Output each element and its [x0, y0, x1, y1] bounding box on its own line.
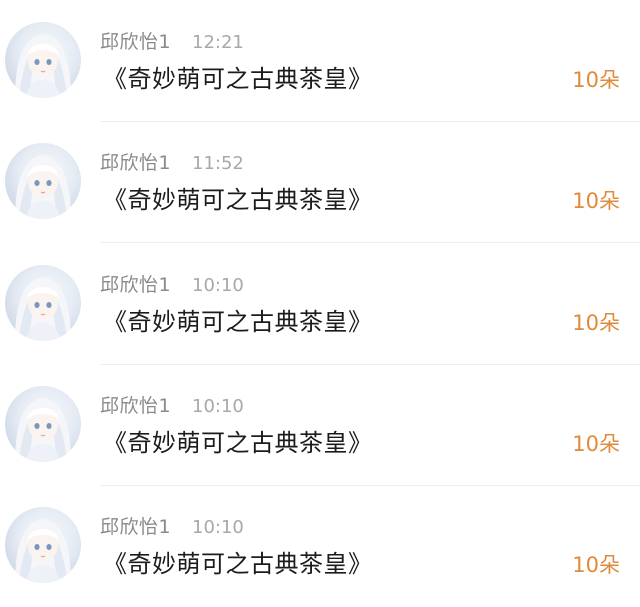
sender-name: 邱欣怡1 — [100, 395, 172, 417]
sender-name: 邱欣怡1 — [100, 516, 172, 538]
list-item[interactable]: 邱欣怡1 10:10 《奇妙萌可之古典茶皇》 10朵 — [0, 485, 640, 607]
timestamp: 10:10 — [192, 396, 244, 417]
gift-amount: 10朵 — [572, 68, 620, 92]
gift-title: 《奇妙萌可之古典茶皇》 — [103, 429, 373, 457]
sender-name: 邱欣怡1 — [100, 31, 172, 53]
gift-title: 《奇妙萌可之古典茶皇》 — [103, 308, 373, 336]
timestamp: 11:52 — [192, 153, 244, 174]
gift-title: 《奇妙萌可之古典茶皇》 — [103, 186, 373, 214]
list-item[interactable]: 邱欣怡1 12:21 《奇妙萌可之古典茶皇》 10朵 — [0, 0, 640, 122]
gift-amount: 10朵 — [572, 553, 620, 577]
timestamp: 10:10 — [192, 275, 244, 296]
anime-girl-avatar-icon[interactable] — [5, 507, 81, 583]
sender-name: 邱欣怡1 — [100, 152, 172, 174]
gift-title: 《奇妙萌可之古典茶皇》 — [103, 65, 373, 93]
gift-title: 《奇妙萌可之古典茶皇》 — [103, 550, 373, 578]
anime-girl-avatar-icon[interactable] — [5, 386, 81, 462]
timestamp: 12:21 — [192, 32, 244, 53]
gift-amount: 10朵 — [572, 432, 620, 456]
list-item[interactable]: 邱欣怡1 10:10 《奇妙萌可之古典茶皇》 10朵 — [0, 364, 640, 486]
anime-girl-avatar-icon[interactable] — [5, 22, 81, 98]
anime-girl-avatar-icon[interactable] — [5, 143, 81, 219]
timestamp: 10:10 — [192, 517, 244, 538]
sender-name: 邱欣怡1 — [100, 274, 172, 296]
list-item[interactable]: 邱欣怡1 10:10 《奇妙萌可之古典茶皇》 10朵 — [0, 243, 640, 365]
gift-amount: 10朵 — [572, 311, 620, 335]
gift-amount: 10朵 — [572, 189, 620, 213]
anime-girl-avatar-icon[interactable] — [5, 265, 81, 341]
list-item[interactable]: 邱欣怡1 11:52 《奇妙萌可之古典茶皇》 10朵 — [0, 121, 640, 243]
gift-record-list: 邱欣怡1 12:21 《奇妙萌可之古典茶皇》 10朵 邱欣怡1 11:52 《奇… — [0, 0, 640, 605]
